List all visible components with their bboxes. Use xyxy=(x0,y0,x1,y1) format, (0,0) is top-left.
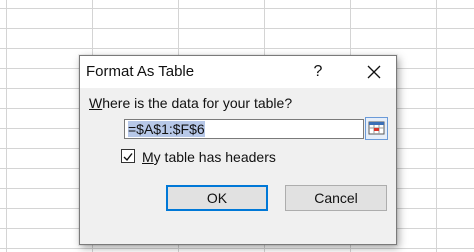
range-collapse-icon xyxy=(368,121,385,135)
headers-checkbox[interactable] xyxy=(121,149,135,163)
title-bar: Format As Table ? xyxy=(80,56,396,88)
close-button[interactable] xyxy=(362,60,386,84)
range-input[interactable]: =$A$1:$F$6 xyxy=(124,119,364,139)
format-as-table-dialog: Format As Table ? Where is the data for … xyxy=(79,55,397,245)
dialog-title: Format As Table xyxy=(86,63,195,80)
range-value: =$A$1:$F$6 xyxy=(128,121,205,137)
ok-button[interactable]: OK xyxy=(166,185,268,211)
data-range-prompt: Where is the data for your table? xyxy=(89,95,292,111)
headers-checkbox-label[interactable]: My table has headers xyxy=(142,149,276,165)
prompt-text: here is the data for your table? xyxy=(102,95,293,111)
cancel-button[interactable]: Cancel xyxy=(285,185,387,211)
headers-label-text: y table has headers xyxy=(153,149,276,165)
checkmark-icon xyxy=(123,153,133,162)
help-button[interactable]: ? xyxy=(308,60,328,84)
close-icon xyxy=(367,65,381,79)
prompt-accelerator: W xyxy=(89,95,103,111)
range-collapse-button[interactable] xyxy=(365,117,388,140)
headers-accelerator: M xyxy=(142,149,154,165)
